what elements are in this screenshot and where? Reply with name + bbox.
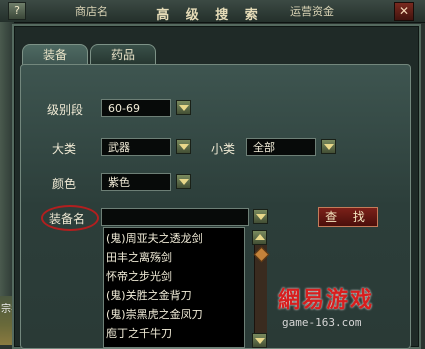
list-item[interactable]: 田丰之离殇剑: [106, 249, 172, 265]
color-field[interactable]: 紫色: [101, 173, 171, 191]
column-funds: 运营资金: [290, 5, 334, 18]
equipment-name-input[interactable]: [101, 208, 249, 226]
tab-equipment[interactable]: 装备: [22, 44, 88, 66]
search-button[interactable]: 查 找: [318, 207, 378, 227]
level-label: 级别段: [47, 103, 84, 117]
level-dropdown-icon[interactable]: [176, 100, 191, 115]
scrollbar[interactable]: [253, 245, 270, 337]
scroll-down-icon[interactable]: [252, 333, 267, 348]
list-item[interactable]: (鬼)关胜之金背刀: [106, 287, 192, 303]
help-button[interactable]: ?: [8, 2, 26, 20]
category-dropdown-icon[interactable]: [176, 139, 191, 154]
subcategory-label: 小类: [211, 142, 236, 156]
list-item[interactable]: (鬼)周亚夫之透龙剑: [106, 230, 203, 246]
equipment-name-label: 装备名: [49, 212, 86, 226]
category-label: 大类: [52, 142, 77, 156]
color-dropdown-icon[interactable]: [176, 174, 191, 189]
equipment-name-dropdown-icon[interactable]: [253, 209, 268, 224]
list-item[interactable]: 怀帝之步光剑: [106, 268, 172, 284]
equipment-name-list: (鬼)周亚夫之透龙剑 田丰之离殇剑 怀帝之步光剑 (鬼)关胜之金背刀 (鬼)崇黑…: [103, 227, 245, 348]
watermark-url: game-163.com: [282, 316, 362, 329]
subcategory-dropdown-icon[interactable]: [321, 139, 336, 154]
subcategory-field[interactable]: 全部: [246, 138, 316, 156]
scroll-up-icon[interactable]: [252, 230, 267, 245]
level-field[interactable]: 60-69: [101, 99, 171, 117]
category-field[interactable]: 武器: [101, 138, 171, 156]
scroll-thumb[interactable]: [253, 246, 270, 263]
tab-medicine[interactable]: 药品: [90, 44, 156, 65]
list-item[interactable]: 庖丁之千牛刀: [106, 325, 172, 341]
close-button[interactable]: ✕: [394, 2, 414, 21]
dialog-title: 高 级 搜 索: [156, 8, 264, 23]
column-shop-name: 商店名: [75, 5, 108, 18]
list-item[interactable]: (鬼)崇黑虎之金凤刀: [106, 306, 203, 322]
watermark-logo: 網易游戏: [278, 287, 375, 313]
color-label: 颜色: [52, 177, 77, 191]
